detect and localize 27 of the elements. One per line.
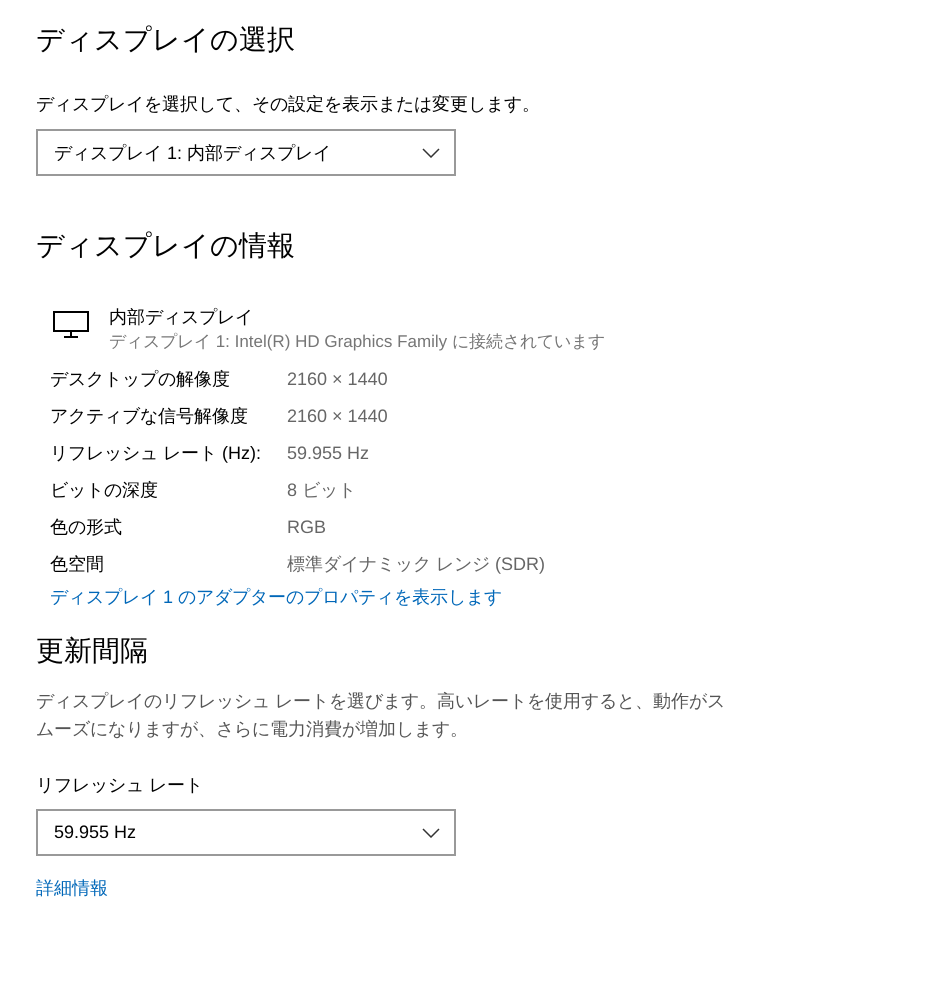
info-value: 59.955 Hz bbox=[287, 442, 370, 465]
adapter-properties-link[interactable]: ディスプレイ 1 のアダプターのプロパティを表示します bbox=[50, 583, 502, 611]
info-value: RGB bbox=[287, 516, 328, 539]
monitor-icon bbox=[53, 311, 89, 339]
section-title: ディスプレイの選択 bbox=[36, 23, 296, 57]
info-label: リフレッシュ レート (Hz): bbox=[50, 442, 262, 465]
chevron-down-icon bbox=[422, 148, 440, 158]
info-label: デスクトップの解像度 bbox=[50, 368, 231, 391]
section-title: 更新間隔 bbox=[36, 634, 149, 668]
info-label: ビットの深度 bbox=[50, 479, 159, 502]
info-label: 色空間 bbox=[50, 553, 105, 576]
dropdown[interactable]: 59.955 Hz bbox=[36, 809, 456, 856]
info-value: 2160 × 1440 bbox=[287, 368, 389, 391]
section-title: ディスプレイの情報 bbox=[36, 229, 296, 263]
info-label: アクティブな信号解像度 bbox=[50, 405, 249, 428]
description-text: ディスプレイを選択して、その設定を表示または変更します。 bbox=[36, 93, 541, 116]
info-value: 2160 × 1440 bbox=[287, 405, 389, 428]
field-label: リフレッシュ レート bbox=[36, 774, 204, 797]
more-info-link[interactable]: 詳細情報 bbox=[36, 874, 108, 902]
info-value: 標準ダイナミック レンジ (SDR) bbox=[287, 553, 546, 576]
dropdown[interactable]: ディスプレイ 1: 内部ディスプレイ bbox=[36, 129, 456, 176]
description-text: ディスプレイのリフレッシュ レートを選びます。高いレートを使用すると、動作がスムーズになりますが、さらに電力消費が増加します。 bbox=[36, 690, 726, 741]
info-label: 色の形式 bbox=[50, 516, 123, 539]
display-detail: ディスプレイ 1: Intel(R) HD Graphics Family に接続されています bbox=[109, 331, 605, 353]
display-name: 内部ディスプレイ bbox=[109, 306, 254, 329]
chevron-down-icon bbox=[422, 828, 440, 838]
info-value: 8 ビット bbox=[287, 479, 358, 502]
